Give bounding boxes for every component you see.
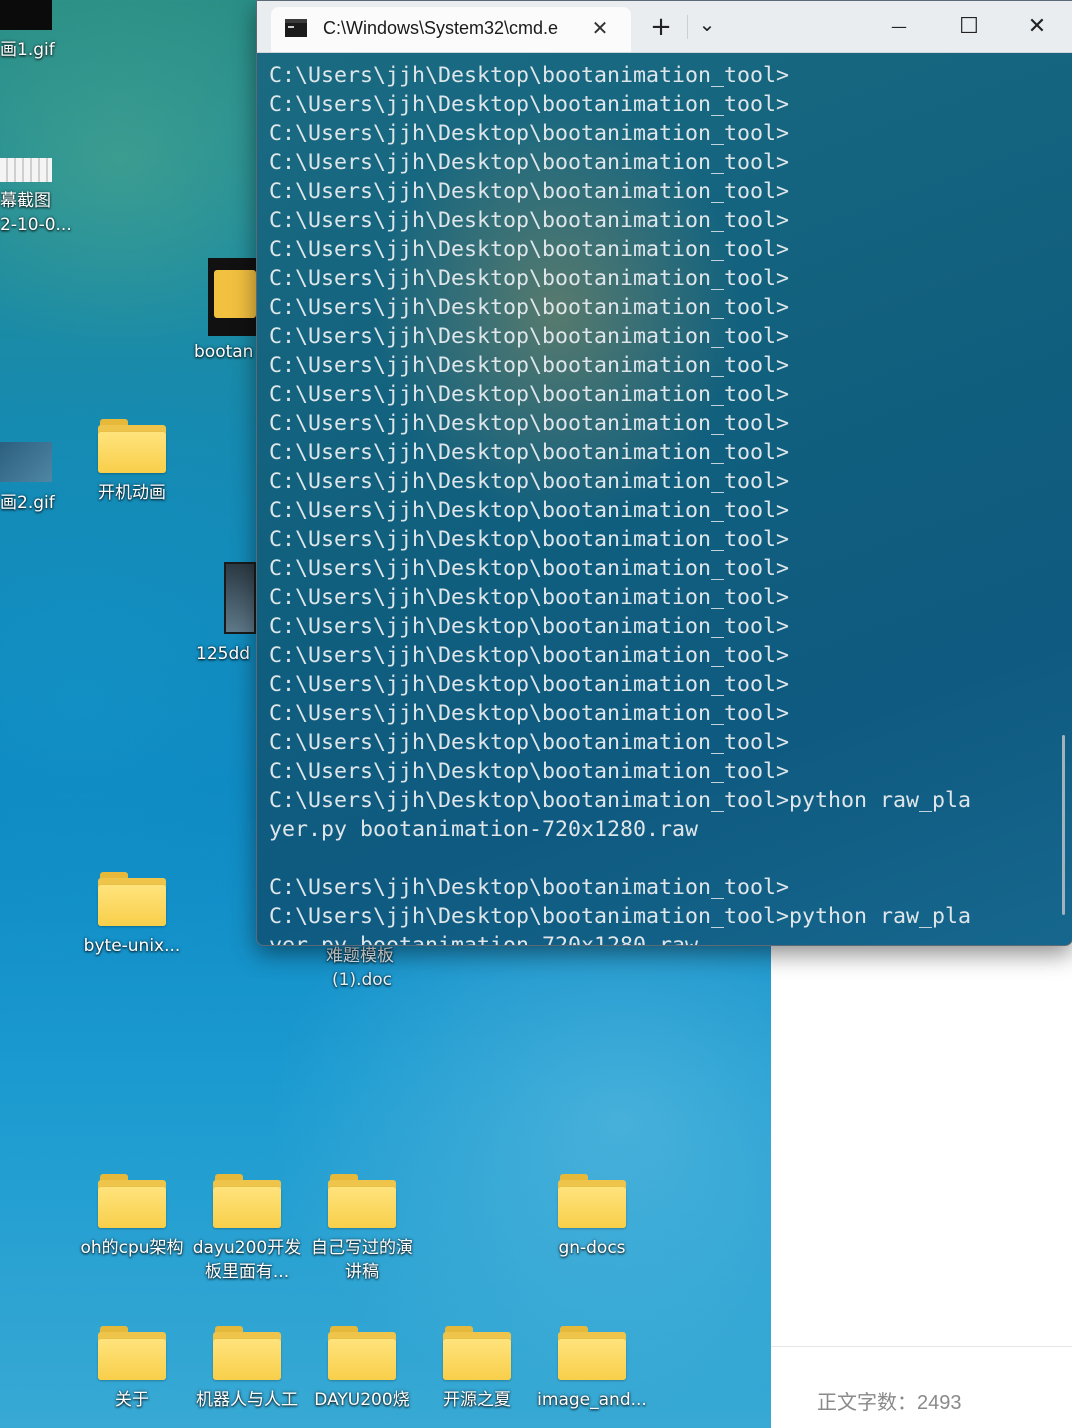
console-line: C:\Users\jjh\Desktop\bootanimation_tool> — [269, 382, 790, 407]
desktop-folder[interactable]: 关于 — [77, 1326, 187, 1412]
desktop-icon-label[interactable]: 2-10-0... — [0, 213, 72, 237]
console-line: C:\Users\jjh\Desktop\bootanimation_tool> — [269, 92, 790, 117]
new-tab-button[interactable]: + — [645, 9, 677, 45]
terminal-window[interactable]: C:\Windows\System32\cmd.e ✕ + ⌄ — ☐ ✕ C:… — [256, 0, 1072, 946]
console-line: C:\Users\jjh\Desktop\bootanimation_tool> — [269, 527, 790, 552]
console-line: C:\Users\jjh\Desktop\bootanimation_tool> — [269, 266, 790, 291]
console-line: C:\Users\jjh\Desktop\bootanimation_tool> — [269, 63, 790, 88]
desktop-icon-label: 关于 — [115, 1390, 149, 1410]
desktop-icon-label[interactable]: 幕截图 — [0, 189, 51, 213]
desktop-folder[interactable]: dayu200开发板里面有... — [192, 1174, 302, 1284]
console-line: C:\Users\jjh\Desktop\bootanimation_tool> — [269, 498, 790, 523]
console-line: C:\Users\jjh\Desktop\bootanimation_tool> — [269, 440, 790, 465]
desktop-folder[interactable]: 开源之夏 — [422, 1326, 532, 1412]
desktop-icon-label[interactable]: bootan — [194, 340, 253, 364]
desktop-icon-label: 开机动画 — [98, 483, 166, 503]
word-count: 正文字数：2493 — [817, 1392, 962, 1414]
gif-thumbnail-2[interactable] — [0, 442, 52, 482]
desktop-folder[interactable]: DAYU200烧 — [307, 1326, 417, 1412]
console-line: C:\Users\jjh\Desktop\bootanimation_tool> — [269, 353, 790, 378]
folder-icon — [98, 872, 166, 928]
console-line: C:\Users\jjh\Desktop\bootanimation_tool> — [269, 759, 790, 784]
folder-icon — [558, 1326, 626, 1382]
desktop-folder[interactable]: oh的cpu架构 — [77, 1174, 187, 1260]
console-line: C:\Users\jjh\Desktop\bootanimation_tool> — [269, 121, 790, 146]
folder-icon — [328, 1174, 396, 1230]
image-thumbnail-icon[interactable] — [224, 562, 256, 634]
desktop-icon-label[interactable]: (1).doc — [332, 968, 392, 992]
maximize-button[interactable]: ☐ — [947, 9, 991, 45]
console-line: C:\Users\jjh\Desktop\bootanimation_tool> — [269, 150, 790, 175]
desktop-folder[interactable]: 开机动画 — [77, 419, 187, 505]
console-line: C:\Users\jjh\Desktop\bootanimation_tool> — [269, 875, 790, 900]
gif-thumbnail-1[interactable] — [0, 0, 52, 30]
desktop-folder[interactable]: gn-docs — [537, 1174, 647, 1260]
console-line: C:\Users\jjh\Desktop\bootanimation_tool> — [269, 614, 790, 639]
console-line: C:\Users\jjh\Desktop\bootanimation_tool> — [269, 469, 790, 494]
console-line: C:\Users\jjh\Desktop\bootanimation_tool> — [269, 643, 790, 668]
folder-icon — [98, 1174, 166, 1230]
desktop-folder[interactable]: byte-unix... — [77, 872, 187, 958]
dropdown-icon[interactable]: ⌄ — [691, 9, 723, 45]
desktop-icon-label[interactable]: 125dd — [196, 642, 250, 666]
console-line: C:\Users\jjh\Desktop\bootanimation_tool> — [269, 730, 790, 755]
folder-icon — [98, 419, 166, 475]
console-line: C:\Users\jjh\Desktop\bootanimation_tool> — [269, 556, 790, 581]
console-line: C:\Users\jjh\Desktop\bootanimation_tool>… — [269, 904, 972, 929]
desktop-icon-label: dayu200开发板里面有... — [192, 1238, 302, 1282]
title-bar[interactable]: C:\Windows\System32\cmd.e ✕ + ⌄ — ☐ ✕ — [257, 1, 1072, 53]
desktop-icon-label[interactable]: 难题模板 — [326, 944, 394, 968]
console-line: C:\Users\jjh\Desktop\bootanimation_tool> — [269, 208, 790, 233]
desktop-folder[interactable]: 自己写过的演讲稿 — [307, 1174, 417, 1284]
folder-icon — [98, 1326, 166, 1382]
folder-icon — [443, 1326, 511, 1382]
scrollbar[interactable] — [1062, 735, 1065, 915]
desktop-icon-label: image_and... — [537, 1390, 647, 1410]
desktop-icon-label: 自己写过的演讲稿 — [311, 1238, 413, 1282]
console-line: yer.py bootanimation-720x1280.raw — [269, 933, 699, 946]
folder-icon — [213, 1174, 281, 1230]
desktop-folder[interactable]: image_and... — [537, 1326, 647, 1412]
tab-title: C:\Windows\System32\cmd.e — [323, 18, 559, 38]
desktop-icon-label[interactable]: 画1.gif — [0, 38, 55, 62]
folder-icon — [328, 1326, 396, 1382]
desktop-folder[interactable]: 机器人与人工 — [192, 1326, 302, 1412]
console-line: C:\Users\jjh\Desktop\bootanimation_tool> — [269, 237, 790, 262]
console-line: C:\Users\jjh\Desktop\bootanimation_tool>… — [269, 788, 972, 813]
desktop-icon-label[interactable]: 画2.gif — [0, 491, 55, 515]
console-line: yer.py bootanimation-720x1280.raw — [269, 817, 699, 842]
screenshot-thumbnail[interactable] — [0, 158, 52, 182]
desktop-icon-label: gn-docs — [558, 1238, 626, 1258]
console-line: C:\Users\jjh\Desktop\bootanimation_tool> — [269, 324, 790, 349]
console-line: C:\Users\jjh\Desktop\bootanimation_tool> — [269, 295, 790, 320]
desktop-icon-label: 机器人与人工 — [196, 1390, 298, 1410]
document-panel: 正文字数：2493 — [771, 900, 1072, 1428]
folder-icon — [558, 1174, 626, 1230]
desktop-icon-label: oh的cpu架构 — [80, 1238, 184, 1258]
console-line: C:\Users\jjh\Desktop\bootanimation_tool> — [269, 672, 790, 697]
console-line: C:\Users\jjh\Desktop\bootanimation_tool> — [269, 701, 790, 726]
folder-thumbnail-icon[interactable] — [208, 258, 256, 336]
close-tab-icon[interactable]: ✕ — [587, 15, 613, 41]
minimize-button[interactable]: — — [877, 9, 921, 45]
console-line: C:\Users\jjh\Desktop\bootanimation_tool> — [269, 585, 790, 610]
tab-cmd[interactable]: C:\Windows\System32\cmd.e ✕ — [271, 7, 631, 52]
status-divider — [771, 1346, 1072, 1347]
folder-icon — [213, 1326, 281, 1382]
desktop-icon-label: byte-unix... — [83, 936, 181, 956]
close-button[interactable]: ✕ — [1015, 9, 1059, 45]
divider — [687, 15, 688, 39]
desktop-icon-label: DAYU200烧 — [314, 1390, 410, 1410]
console-output[interactable]: C:\Users\jjh\Desktop\bootanimation_tool>… — [269, 61, 1059, 946]
console-line: C:\Users\jjh\Desktop\bootanimation_tool> — [269, 411, 790, 436]
terminal-icon — [285, 19, 307, 37]
console-line: C:\Users\jjh\Desktop\bootanimation_tool> — [269, 179, 790, 204]
desktop-icon-label: 开源之夏 — [443, 1390, 511, 1410]
